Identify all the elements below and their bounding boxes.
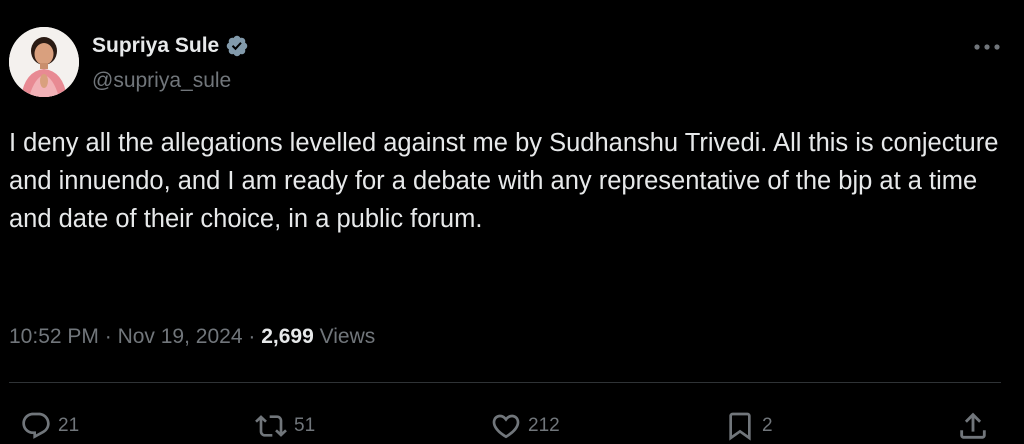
divider: [9, 382, 1001, 383]
repost-count: 51: [294, 415, 316, 436]
avatar[interactable]: [9, 27, 79, 97]
like-count: 212: [528, 415, 560, 436]
tweet-date[interactable]: Nov 19, 2024: [118, 325, 243, 348]
author-name-row: Supriya Sule: [92, 31, 249, 61]
tweet-time[interactable]: 10:52 PM: [9, 325, 99, 348]
more-icon[interactable]: [972, 40, 1002, 54]
tweet-text: I deny all the allegations levelled agai…: [9, 129, 999, 233]
bookmark-button[interactable]: 2: [724, 408, 773, 444]
reply-icon: [22, 412, 50, 439]
reply-button[interactable]: 21: [20, 408, 79, 444]
tweet-meta: 10:52 PM · Nov 19, 2024 · 2,699 Views: [9, 322, 375, 352]
repost-button[interactable]: 51: [254, 408, 315, 444]
views-count[interactable]: 2,699: [261, 325, 314, 348]
bookmark-count: 2: [762, 415, 773, 436]
views-label: Views: [319, 325, 376, 348]
like-button[interactable]: 212: [490, 408, 560, 444]
meta-separator: ·: [104, 325, 112, 348]
author-handle[interactable]: @supriya_sule: [92, 66, 231, 96]
share-button[interactable]: [956, 408, 990, 444]
meta-separator: ·: [248, 325, 256, 348]
author-display-name[interactable]: Supriya Sule: [92, 31, 219, 61]
share-icon: [960, 412, 986, 439]
bookmark-icon: [729, 412, 751, 441]
repost-icon: [255, 415, 287, 437]
verified-badge-icon[interactable]: [225, 34, 249, 58]
like-icon: [492, 414, 520, 439]
reply-count: 21: [58, 415, 80, 436]
avatar-image: [9, 27, 79, 97]
